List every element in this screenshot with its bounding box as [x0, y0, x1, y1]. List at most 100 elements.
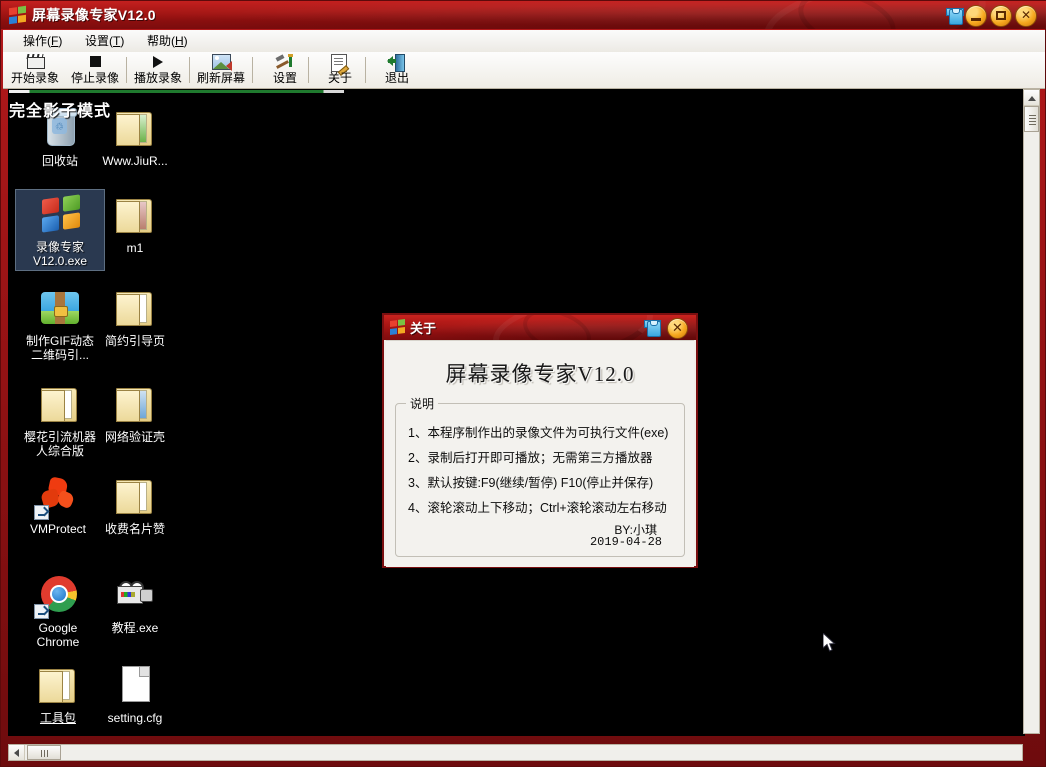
stop-record-button[interactable]: 停止录像 [65, 53, 125, 87]
stop-record-label: 停止录像 [70, 71, 119, 85]
toolbar: 开始录象 停止录像 播放录象 刷新屏幕 设置 关于 退出 [3, 52, 1045, 89]
shirt-icon[interactable] [644, 318, 661, 337]
camera-icon [111, 573, 159, 619]
play-triangle-icon [149, 54, 167, 70]
desktop-icon-card-likes[interactable]: 收费名片赞 [91, 474, 179, 536]
minimize-button[interactable] [965, 5, 987, 27]
desktop-icon-label-line1: Google [38, 621, 78, 635]
title-bar: 屏幕录像专家V12.0 ✕ [1, 1, 1046, 29]
picture-refresh-icon [212, 54, 232, 71]
about-dialog-body: 屏幕录像专家V12.0 说明 1、本程序制作出的录像文件为可执行文件(exe) … [386, 340, 694, 567]
windows-logo-icon [9, 5, 26, 25]
about-button[interactable]: 关于 [311, 53, 369, 87]
scroll-left-arrow[interactable] [9, 745, 25, 760]
close-button[interactable]: ✕ [1015, 5, 1037, 27]
desktop-icon-network-auth[interactable]: 网络验证壳 [91, 382, 179, 444]
application-window: 屏幕录像专家V12.0 ✕ 操作(F) 设置(T) 帮助(H) 开始录象 停止录… [0, 0, 1046, 767]
desktop-icon-google-chrome[interactable]: Google Chrome [14, 573, 102, 649]
window-title: 屏幕录像专家V12.0 [32, 7, 156, 23]
folder-icon [34, 663, 82, 709]
folder-green-icon [111, 106, 159, 152]
description-line-2: 2、录制后打开即可播放；无需第三方播放器 [408, 451, 653, 465]
settings-label: 设置 [272, 71, 297, 85]
refresh-screen-label: 刷新屏幕 [196, 71, 245, 85]
folder-ie-icon: e [111, 286, 159, 332]
toolbar-separator-3 [252, 57, 253, 83]
exit-door-icon [387, 54, 406, 72]
about-dialog-title: 关于 [410, 321, 437, 336]
desktop-icon-label-line2: V12.0.exe [32, 254, 88, 268]
desktop-icon-label: 收费名片赞 [104, 522, 165, 536]
about-close-button[interactable]: ✕ [667, 318, 688, 339]
horizontal-scrollbar[interactable] [8, 744, 1023, 761]
start-record-button[interactable]: 开始录象 [5, 53, 65, 87]
shortcut-arrow-icon [34, 604, 49, 619]
about-dialog: 关于 ✕ 屏幕录像专家V12.0 说明 1、本程序制作出的录像文件为可执行文件(… [382, 313, 698, 568]
scroll-up-arrow[interactable] [1024, 90, 1039, 106]
refresh-screen-button[interactable]: 刷新屏幕 [191, 53, 251, 87]
description-group-box: 说明 1、本程序制作出的录像文件为可执行文件(exe) 2、录制后打开即可播放；… [395, 395, 685, 557]
horizontal-scroll-thumb[interactable] [27, 745, 61, 760]
windows-logo-icon [390, 318, 405, 336]
toolbar-separator-4 [308, 57, 309, 83]
maximize-glyph [991, 6, 1011, 26]
document-pen-icon [331, 54, 350, 76]
titlebar-swirl-decoration-2 [791, 1, 903, 29]
desktop-icon-label-line2: 人综合版 [35, 444, 84, 458]
mouse-cursor [823, 633, 836, 652]
maximize-button[interactable] [990, 5, 1012, 27]
menu-item-settings[interactable]: 设置(T) [79, 33, 130, 49]
desktop-icon-vmprotect[interactable]: VMProtect [14, 474, 102, 536]
exit-label: 退出 [384, 71, 409, 85]
capture-top-strip [9, 90, 1024, 93]
desktop-icon-label: 教程.exe [111, 621, 159, 635]
close-glyph: ✕ [1020, 8, 1032, 22]
vertical-scrollbar[interactable] [1023, 89, 1040, 734]
desktop-icon-label: m1 [126, 241, 144, 255]
desktop-icon-label: Www.JiuR... [102, 154, 168, 168]
desktop-icon-label: 简约引导页 [104, 334, 165, 348]
description-line-3: 3、默认按键:F9(继续/暂停) F10(停止并保存) [408, 476, 654, 490]
desktop-icon-toolkit[interactable]: 工具包 [14, 663, 102, 725]
puzzle-shortcut-icon [34, 474, 82, 520]
menu-bar: 操作(F) 设置(T) 帮助(H) [3, 30, 1045, 53]
menu-item-operation[interactable]: 操作(F) [17, 33, 68, 49]
windows-flag-icon [36, 192, 84, 238]
settings-button[interactable]: 设置 [255, 53, 315, 87]
desktop-icon-label: 网络验证壳 [104, 430, 165, 444]
vertical-scroll-thumb[interactable] [1024, 106, 1039, 132]
play-record-label: 播放录象 [133, 71, 182, 85]
desktop-icon-label-line2: Chrome [36, 635, 80, 649]
description-line-4: 4、滚轮滚动上下移动；Ctrl+滚轮滚动左右移动 [408, 501, 667, 515]
shirt-icon[interactable] [946, 6, 964, 25]
signature-date: 2019-04-28 [589, 535, 662, 549]
desktop-icon-setting-cfg[interactable]: setting.cfg [91, 663, 179, 725]
desktop-icon-label: VMProtect [29, 522, 86, 536]
folder-photo-icon [111, 193, 159, 239]
description-line-1: 1、本程序制作出的录像文件为可执行文件(exe) [408, 426, 669, 440]
minimize-glyph [966, 6, 986, 26]
about-dialog-title-bar: 关于 ✕ [384, 315, 696, 340]
desktop-icon-label: setting.cfg [107, 711, 163, 725]
folder-icon [111, 474, 159, 520]
exit-button[interactable]: 退出 [368, 53, 426, 87]
shadow-mode-watermark: 完全影子模式 [9, 103, 112, 120]
desktop-icon-label: 工具包 [39, 711, 76, 725]
folder-icon [36, 382, 84, 428]
desktop-icon-label-line2: 二维码引... [30, 348, 89, 362]
gif-tool-icon [36, 286, 84, 332]
shortcut-arrow-icon [34, 505, 49, 520]
desktop-icon-tutorial-exe[interactable]: 教程.exe [91, 573, 179, 635]
file-icon [111, 663, 159, 709]
menu-item-help[interactable]: 帮助(H) [141, 33, 194, 49]
toolbar-separator-2 [189, 57, 190, 83]
about-heading: 屏幕录像专家V12.0 [445, 362, 635, 386]
play-record-button[interactable]: 播放录象 [128, 53, 188, 87]
clapperboard-icon [26, 54, 45, 70]
toolbar-separator [126, 57, 127, 83]
desktop-icon-guide-page[interactable]: e 简约引导页 [91, 286, 179, 348]
start-record-label: 开始录象 [10, 71, 59, 85]
desktop-icon-m1[interactable]: m1 [91, 193, 179, 255]
about-label: 关于 [327, 71, 352, 85]
stop-square-icon [86, 54, 104, 70]
